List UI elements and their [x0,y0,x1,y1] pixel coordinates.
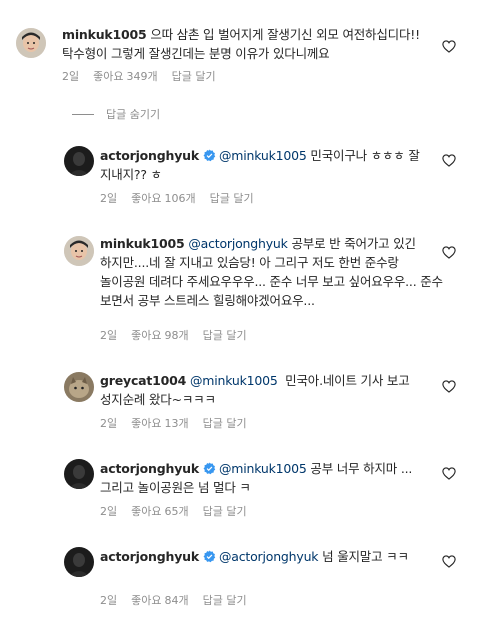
comment-text: actorjonghyuk @minkuk1005 공부 너무 하지마 ...그리… [100,459,445,497]
avatar[interactable] [64,459,94,489]
comment-text: actorjonghyuk @minkuk1005 민국이구나 ㅎㅎㅎ 잘 지내지… [100,146,445,184]
heart-outline-icon[interactable] [442,467,456,480]
comment-time[interactable]: 2일 [100,417,117,430]
comment-meta: 2일 좋아요 106개 답글 달기 [100,190,268,206]
comment-text: minkuk1005 @actorjonghyuk 공부로 반 죽어가고 있긴 … [100,234,445,310]
comment-meta: 2일 좋아요 84개 답글 달기 [100,592,261,608]
comment-time[interactable]: 2일 [100,594,117,607]
like-count[interactable]: 좋아요 98개 [131,329,189,342]
mention-link[interactable]: @minkuk1005 [190,373,278,388]
reply-button[interactable]: 답글 달기 [203,329,247,342]
like-value: 84개 [164,594,189,607]
verified-badge-icon [203,149,216,162]
heart-outline-icon[interactable] [442,40,456,53]
verified-badge-icon [203,462,216,475]
mention-link[interactable]: @minkuk1005 [219,461,307,476]
reply-button[interactable]: 답글 달기 [210,192,254,205]
reply-button[interactable]: 답글 달기 [172,70,216,83]
mention-link[interactable]: @actorjonghyuk [188,236,288,251]
like-count[interactable]: 좋아요 349개 [93,70,158,83]
like-label: 좋아요 [131,329,162,342]
divider-line [72,113,94,115]
comment-body: 넘 울지말고 ㅋㅋ [318,549,409,564]
heart-outline-icon[interactable] [442,380,456,393]
comment-username[interactable]: actorjonghyuk [100,461,199,476]
like-count[interactable]: 좋아요 84개 [131,594,189,607]
heart-outline-icon[interactable] [442,246,456,259]
avatar[interactable] [16,28,46,58]
comment-username[interactable]: minkuk1005 [62,27,147,42]
like-label: 좋아요 [131,192,162,205]
hide-replies-button[interactable]: 답글 숨기기 [72,106,160,122]
heart-outline-icon[interactable] [442,154,456,167]
reply-button[interactable]: 답글 달기 [203,505,247,518]
comment-meta: 2일 좋아요 13개 답글 달기 [100,415,261,431]
mention-link[interactable]: @actorjonghyuk [219,549,319,564]
comment-text: minkuk1005 으따 삼촌 입 벌어지게 잘생기신 외모 여전하십디다!!… [62,25,432,63]
like-label: 좋아요 [131,417,162,430]
like-value: 13개 [164,417,189,430]
comment-text: greycat1004 @minkuk1005 민국아.네이트 기사 보고 성지… [100,371,445,409]
like-count[interactable]: 좋아요 65개 [131,505,189,518]
avatar[interactable] [64,547,94,577]
hide-replies-label: 답글 숨기기 [106,108,161,121]
like-value: 98개 [164,329,189,342]
like-label: 좋아요 [131,594,162,607]
comment-time[interactable]: 2일 [100,505,117,518]
avatar[interactable] [64,146,94,176]
comment-time[interactable]: 2일 [62,70,79,83]
reply-button[interactable]: 답글 달기 [203,417,247,430]
comment-meta: 2일 좋아요 65개 답글 달기 [100,503,261,519]
verified-badge-icon [203,550,216,563]
like-label: 좋아요 [93,70,124,83]
like-value: 65개 [164,505,189,518]
reply-button[interactable]: 답글 달기 [203,594,247,607]
like-count[interactable]: 좋아요 106개 [131,192,196,205]
comment-text: actorjonghyuk @actorjonghyuk 넘 울지말고 ㅋㅋ [100,547,445,566]
comment-username[interactable]: minkuk1005 [100,236,185,251]
comment-meta: 2일 좋아요 98개 답글 달기 [100,327,261,343]
comment-meta: 2일 좋아요 349개 답글 달기 [62,68,230,84]
avatar[interactable] [64,372,94,402]
mention-link[interactable]: @minkuk1005 [219,148,307,163]
like-count[interactable]: 좋아요 13개 [131,417,189,430]
like-value: 106개 [164,192,196,205]
like-label: 좋아요 [131,505,162,518]
heart-outline-icon[interactable] [442,555,456,568]
comment-time[interactable]: 2일 [100,329,117,342]
avatar[interactable] [64,236,94,266]
comment-username[interactable]: actorjonghyuk [100,148,199,163]
comment-username[interactable]: actorjonghyuk [100,549,199,564]
comment-username[interactable]: greycat1004 [100,373,186,388]
comment-time[interactable]: 2일 [100,192,117,205]
like-value: 349개 [126,70,158,83]
